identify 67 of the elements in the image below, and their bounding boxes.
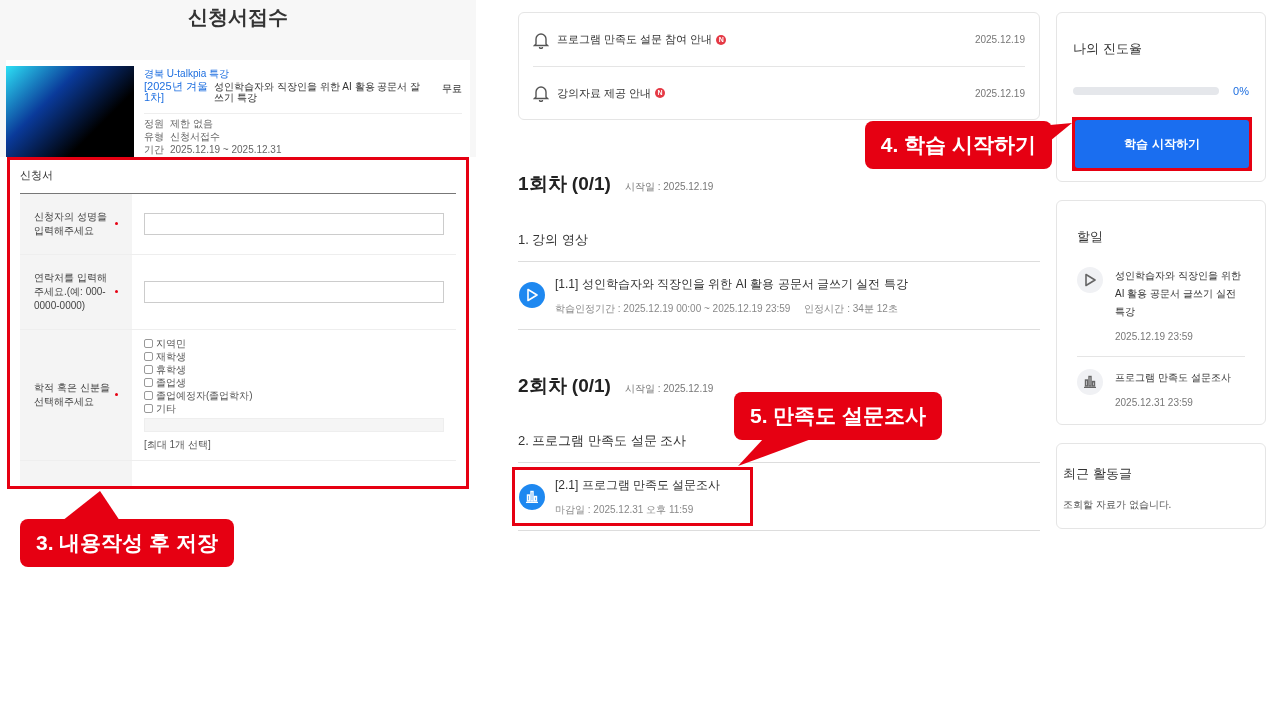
meta-value: 신청서접수 xyxy=(170,131,220,143)
session-start-date: 시작일 : 2025.12.19 xyxy=(624,381,714,396)
field-label: 연락처를 입력해주세요.(예: 000-0000-0000) xyxy=(34,270,108,313)
checkbox[interactable] xyxy=(144,352,153,361)
checkbox-label: 졸업생 xyxy=(156,376,186,389)
lesson-title: [1.1] 성인학습자와 직장인을 위한 AI 활용 공문서 글쓰기 실전 특강 xyxy=(555,275,908,293)
course-title: 성인학습자와 직장인을 위한 AI 활용 공문서 잘쓰기 특강 xyxy=(214,81,422,103)
notice-title[interactable]: 강의자료 제공 안내 xyxy=(557,84,652,102)
empty-message: 조회할 자료가 없습니다. xyxy=(1063,498,1173,512)
section-title: 1. 강의 영상 xyxy=(518,231,589,247)
bars-glyph xyxy=(525,490,539,503)
callout-label: 4. 학습 시작하기 xyxy=(864,121,1052,169)
meta-value: 제한 없음 xyxy=(170,118,213,130)
notice-date: 2025.12.19 xyxy=(974,33,1025,47)
card-title: 할일 xyxy=(1077,228,1104,246)
notice-title[interactable]: 프로그램 만족도 설문 참여 안내 xyxy=(557,31,713,48)
required-mark xyxy=(115,222,118,225)
lesson-detail: 인정시간 : 34분 12초 xyxy=(804,301,898,316)
meta-label: 정원 xyxy=(144,118,164,130)
form-title: 신청서 xyxy=(20,160,456,194)
todo-date: 2025.12.31 23:59 xyxy=(1115,395,1194,410)
field-label: 학적 혹은 신분을 선택해주세요 xyxy=(34,380,111,409)
lesson-item[interactable]: [1.1] 성인학습자와 직장인을 위한 AI 활용 공문서 글쓰기 실전 특강 학습인정기간 : 2025.12.19 00:00 ~ 2025.12.19 23:59 인정시간 : 34분 12초 xyxy=(512,265,941,325)
todo-date: 2025.12.19 23:59 xyxy=(1115,329,1194,344)
course-price: 무료 xyxy=(441,82,462,96)
selection-note: [최대 1개 선택] xyxy=(144,437,212,452)
course-round: [2025년 겨울 1차] xyxy=(144,81,208,103)
course-category: 경북 U-talkpia 특강 xyxy=(144,67,230,81)
page-title: 신청서접수 xyxy=(187,5,289,30)
meta-value: 2025.12.19 ~ 2025.12.31 xyxy=(170,144,282,156)
input-field[interactable] xyxy=(144,212,444,235)
play-glyph xyxy=(526,288,538,302)
start-learning-button[interactable]: 학습 시작하기 xyxy=(1075,120,1249,168)
play-glyph xyxy=(1084,272,1096,287)
todo-title[interactable]: 프로그램 만족도 설문조사 xyxy=(1115,368,1231,387)
bell-icon xyxy=(533,30,549,49)
meta-label: 유형 xyxy=(144,131,164,143)
checkbox-label: 졸업예정자(졸업학차) xyxy=(156,389,253,402)
meta-label: 기간 xyxy=(144,144,164,156)
checkbox-label: 휴학생 xyxy=(156,363,186,376)
session-title: 1회차 (0/1) xyxy=(518,172,611,196)
checkbox[interactable] xyxy=(144,378,153,387)
required-mark xyxy=(115,290,118,293)
field-label: 신청자의 성명을 입력해주세요 xyxy=(34,209,108,238)
checkbox-label: 기타 xyxy=(156,402,176,415)
checkbox-label: 재학생 xyxy=(156,350,186,363)
session-title: 2회차 (0/1) xyxy=(518,373,611,398)
checkbox[interactable] xyxy=(144,339,153,348)
todo-title[interactable]: 성인학습자와 직장인을 위한 AI 활용 공문서 글쓰기 실전 특강 xyxy=(1115,266,1245,321)
lesson-title: [2.1] 프로그램 만족도 설문조사 xyxy=(555,477,721,494)
session-start-date: 시작일 : 2025.12.19 xyxy=(624,180,714,194)
checkbox-label: 지역민 xyxy=(156,337,186,350)
lesson-detail: 학습인정기간 : 2025.12.19 00:00 ~ 2025.12.19 23:59 xyxy=(555,301,791,316)
card-title: 나의 진도율 xyxy=(1073,40,1143,58)
section-title: 2. 프로그램 만족도 설문 조사 xyxy=(518,433,687,448)
bars-glyph xyxy=(1083,375,1097,388)
input-field[interactable] xyxy=(144,280,444,303)
lesson-item[interactable]: [2.1] 프로그램 만족도 설문조사 마감일 : 2025.12.31 오후 11:59 xyxy=(512,467,754,526)
checkbox[interactable] xyxy=(144,391,153,400)
progress-reading: 0% xyxy=(1233,83,1249,99)
notice-date: 2025.12.19 xyxy=(974,86,1025,101)
card-title: 최근 활동글 xyxy=(1063,464,1133,483)
bell-icon xyxy=(533,84,549,102)
checkbox[interactable] xyxy=(144,404,153,413)
lesson-detail: 마감일 : 2025.12.31 오후 11:59 xyxy=(555,503,694,517)
checkbox[interactable] xyxy=(144,365,153,374)
required-mark xyxy=(115,393,118,396)
